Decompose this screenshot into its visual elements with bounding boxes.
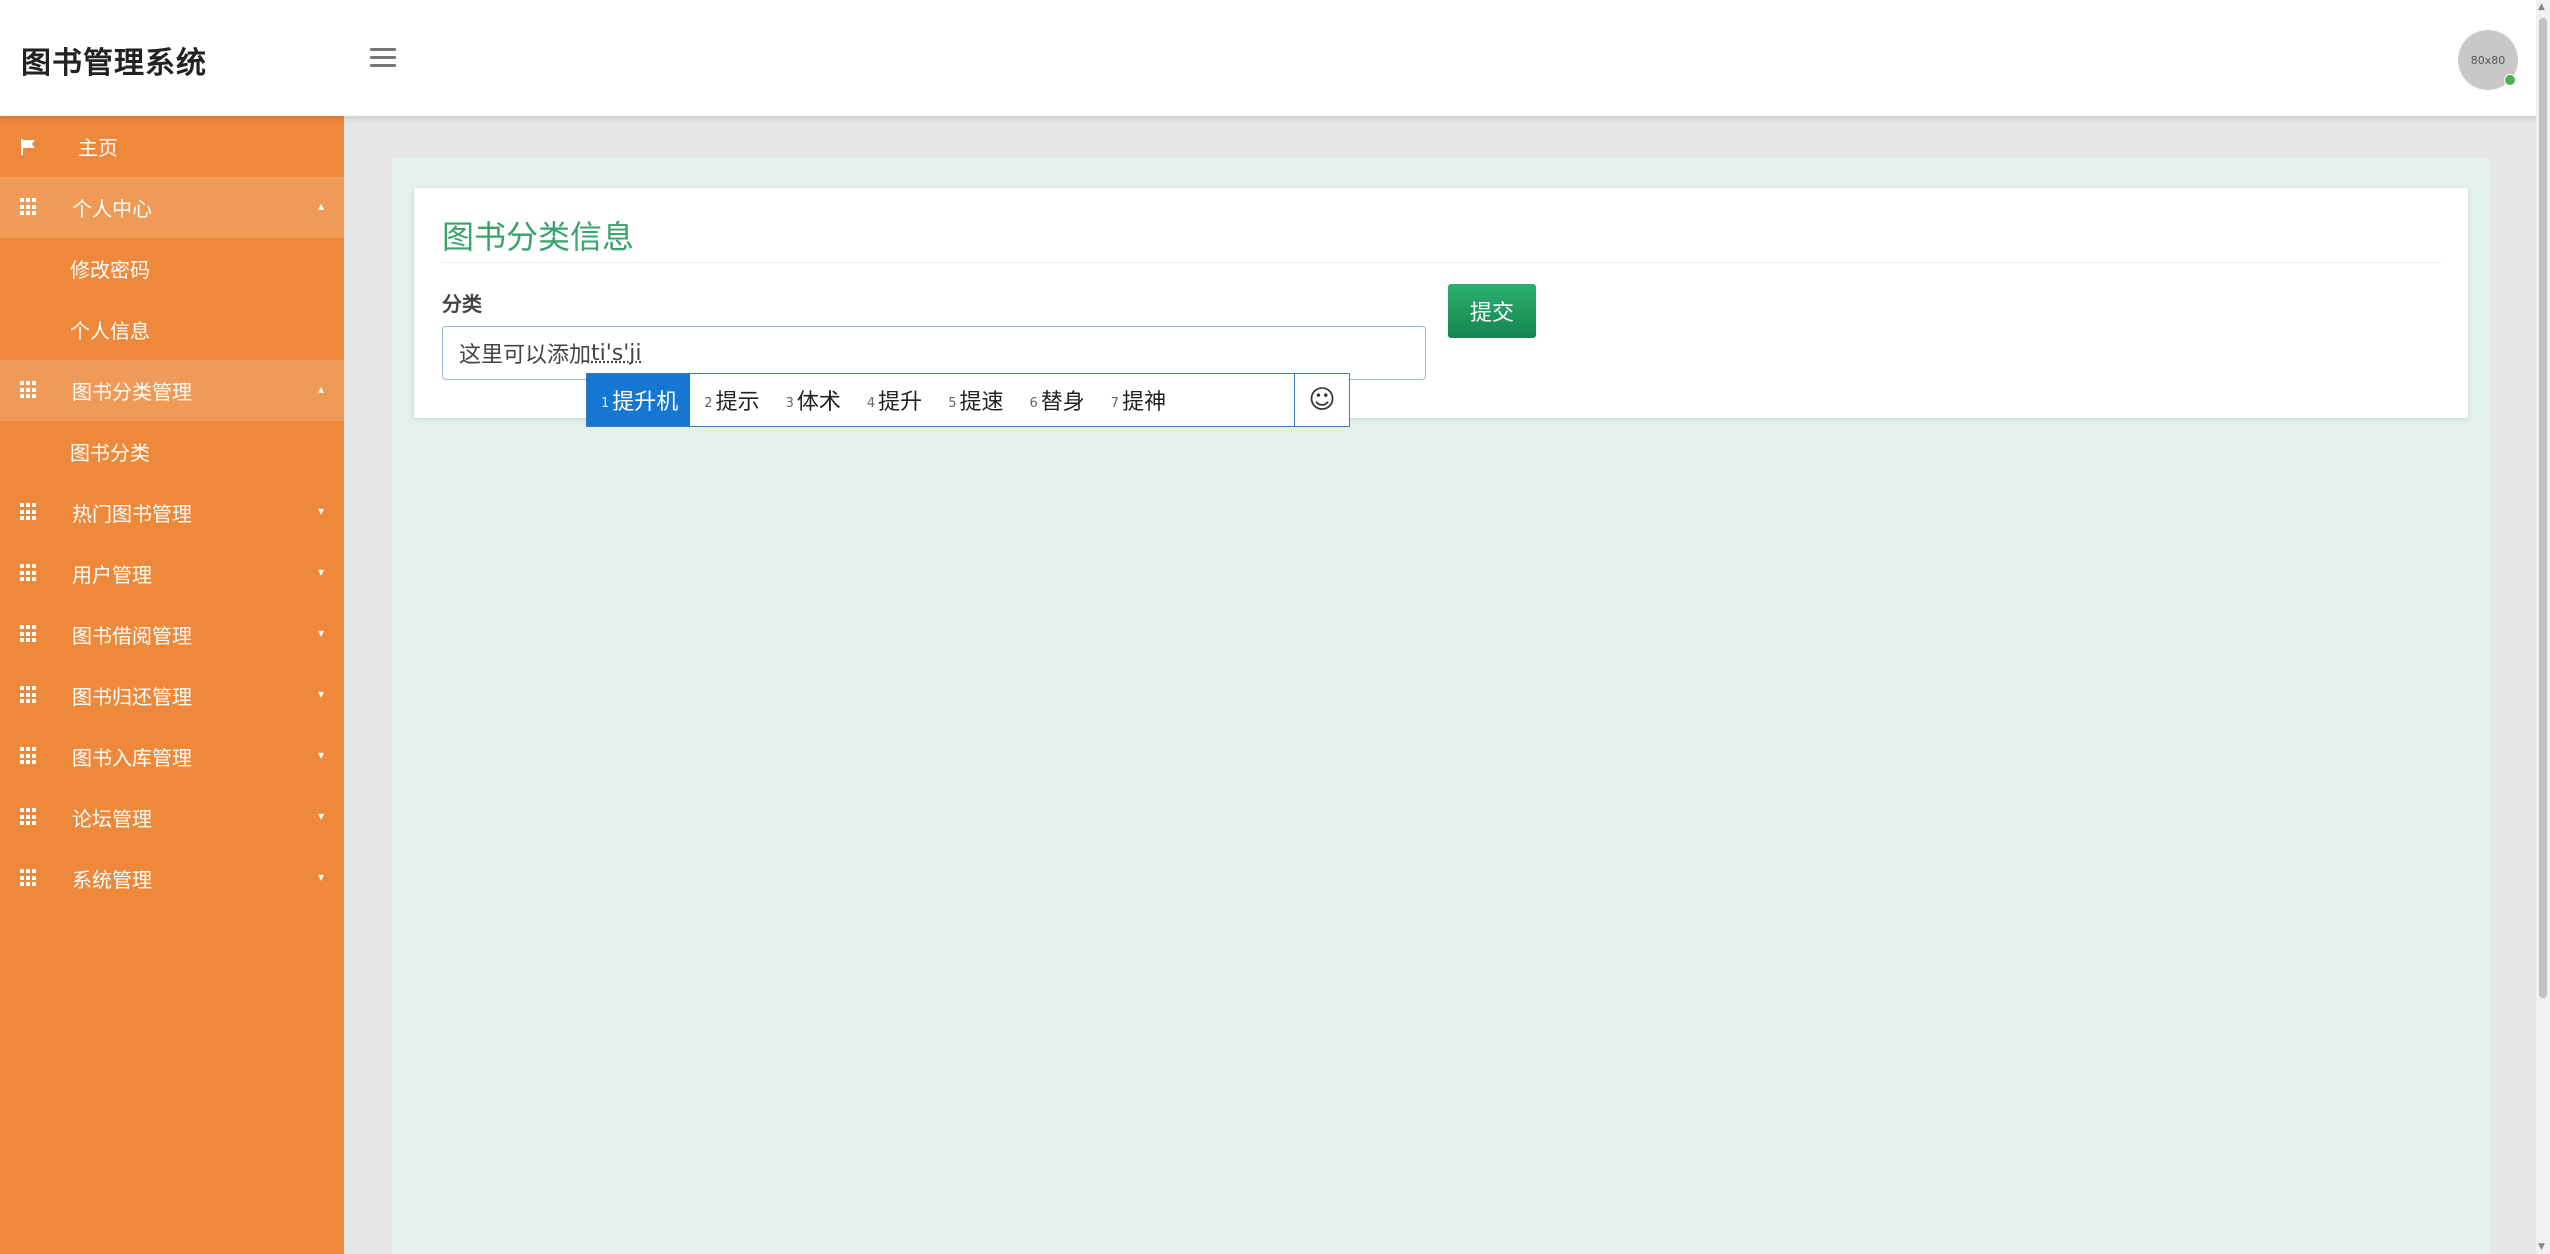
top-header: 图书管理系统 80x80 xyxy=(0,0,2550,116)
input-value: 这里可以添加 xyxy=(459,343,592,368)
submit-button[interactable]: 提交 xyxy=(1448,284,1536,338)
ime-candidate-text: 提速 xyxy=(959,390,1004,415)
ime-candidate[interactable]: 2 提示 xyxy=(690,374,771,426)
sidebar-item-label: 主页 xyxy=(78,136,118,160)
ime-candidate[interactable]: 4 提升 xyxy=(853,374,934,426)
grid-icon xyxy=(20,503,38,521)
grid-icon xyxy=(20,381,38,399)
sidebar-item-returns[interactable]: 图书归还管理 ▾ xyxy=(0,665,344,726)
sidebar-item-label: 图书分类管理 xyxy=(72,380,192,404)
sidebar-item-users[interactable]: 用户管理 ▾ xyxy=(0,543,344,604)
sidebar-item-popular-books[interactable]: 热门图书管理 ▾ xyxy=(0,482,344,543)
ime-candidate-number: 1 xyxy=(601,395,610,411)
ime-candidate[interactable]: 1 提升机 xyxy=(587,374,691,426)
ime-candidate-text: 提升机 xyxy=(612,390,679,415)
sidebar-item-home[interactable]: 主页 xyxy=(0,116,344,177)
sidebar-subitem-book-category[interactable]: 图书分类 xyxy=(0,421,344,482)
sidebar-item-label: 图书借阅管理 xyxy=(72,624,192,648)
avatar[interactable]: 80x80 xyxy=(2458,30,2518,90)
category-input[interactable]: 这里可以添加 ti's'ji xyxy=(442,326,1426,380)
ime-candidate-number: 7 xyxy=(1110,395,1120,411)
sidebar-item-label: 系统管理 xyxy=(72,868,152,892)
sidebar-item-borrowing[interactable]: 图书借阅管理 ▾ xyxy=(0,604,344,665)
chevron-up-icon: ▴ xyxy=(317,382,324,396)
grid-icon xyxy=(20,564,38,582)
chevron-down-icon: ▾ xyxy=(317,870,324,884)
sidebar-item-category-management[interactable]: 图书分类管理 ▴ xyxy=(0,360,344,421)
ime-candidate-text: 替身 xyxy=(1040,390,1085,415)
ime-composition-text: ti's'ji xyxy=(591,340,642,366)
chevron-down-icon: ▾ xyxy=(317,687,324,701)
menu-toggle-icon[interactable] xyxy=(370,48,396,68)
sidebar-item-system[interactable]: 系统管理 ▾ xyxy=(0,848,344,909)
grid-icon xyxy=(20,747,38,765)
sidebar-item-label: 热门图书管理 xyxy=(72,502,192,526)
category-field-label: 分类 xyxy=(442,292,482,316)
chevron-down-icon: ▾ xyxy=(317,809,324,823)
sidebar-item-label: 用户管理 xyxy=(72,563,152,587)
grid-icon xyxy=(20,625,38,643)
scrollbar-thumb[interactable] xyxy=(2539,18,2547,998)
ime-candidate-number: 5 xyxy=(948,395,957,411)
sidebar-item-label: 图书归还管理 xyxy=(72,685,192,709)
ime-candidate[interactable]: 7 提神 xyxy=(1097,374,1178,426)
sidebar-item-label: 图书入库管理 xyxy=(72,746,192,770)
ime-candidate-text: 提示 xyxy=(715,390,760,415)
ime-candidate[interactable]: 5 提速 xyxy=(934,374,1015,426)
page-title: 图书分类信息 xyxy=(442,218,635,256)
sidebar-item-forum[interactable]: 论坛管理 ▾ xyxy=(0,787,344,848)
ime-candidate[interactable]: 3 体术 xyxy=(772,374,853,426)
ime-candidate-number: 4 xyxy=(866,395,876,411)
grid-icon xyxy=(20,869,38,887)
sidebar-item-personal-center[interactable]: 个人中心 ▴ xyxy=(0,177,344,238)
chevron-down-icon: ▾ xyxy=(317,626,324,640)
grid-icon xyxy=(20,808,38,826)
sidebar-item-stock-in[interactable]: 图书入库管理 ▾ xyxy=(0,726,344,787)
flag-icon xyxy=(20,137,38,155)
ime-candidate-text: 提升 xyxy=(878,390,923,415)
scroll-down-icon[interactable]: ▼ xyxy=(2538,1242,2545,1252)
online-status-dot xyxy=(2504,74,2516,86)
sidebar-subitem-change-password[interactable]: 修改密码 xyxy=(0,238,344,299)
ime-candidate-number: 6 xyxy=(1029,395,1038,411)
chevron-down-icon: ▾ xyxy=(317,565,324,579)
grid-icon xyxy=(20,198,38,216)
ime-candidate-bar: 1 提升机 2 提示 3 体术 4 提升 5 提速 6 替身 7 提神 ☺ xyxy=(586,373,1350,427)
avatar-text: 80x80 xyxy=(2470,53,2506,67)
sidebar-item-label: 论坛管理 xyxy=(72,807,152,831)
chevron-down-icon: ▾ xyxy=(317,504,324,518)
emoji-icon[interactable]: ☺ xyxy=(1294,374,1349,426)
ime-candidate-text: 体术 xyxy=(796,390,841,415)
chevron-down-icon: ▾ xyxy=(317,748,324,762)
ime-candidate[interactable]: 6 替身 xyxy=(1015,374,1096,426)
ime-candidate-number: 2 xyxy=(704,395,713,411)
divider xyxy=(442,262,2442,263)
sidebar-subitem-personal-info[interactable]: 个人信息 xyxy=(0,299,344,360)
sidebar-item-label: 个人中心 xyxy=(72,197,152,221)
grid-icon xyxy=(20,686,38,704)
scroll-up-icon[interactable]: ▲ xyxy=(2538,2,2545,12)
ime-candidate-number: 3 xyxy=(785,395,794,411)
app-title: 图书管理系统 xyxy=(21,46,207,81)
page-scrollbar[interactable]: ▲ ▼ xyxy=(2536,0,2550,1254)
sidebar: 主页 个人中心 ▴ 修改密码 个人信息 图书分类管理 ▴ 图书分类 热门图书管理… xyxy=(0,116,344,1254)
ime-candidate-text: 提神 xyxy=(1122,390,1167,415)
chevron-up-icon: ▴ xyxy=(317,199,324,213)
